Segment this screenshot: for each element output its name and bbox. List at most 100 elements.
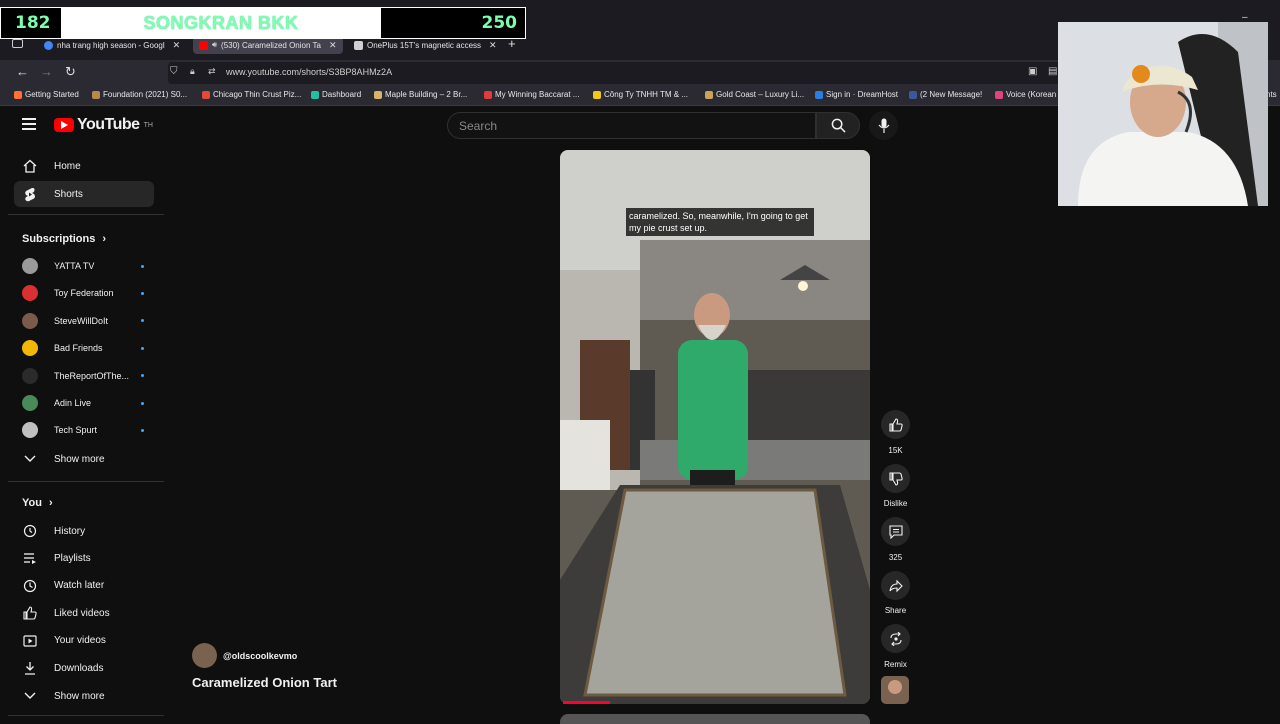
dislike-label: Dislike bbox=[883, 499, 908, 508]
sidebar-item-shorts[interactable]: Shorts bbox=[14, 181, 154, 207]
shield-icon[interactable]: ⛉ bbox=[170, 66, 178, 77]
bookmark-item[interactable]: Gold Coast – Luxury Li... bbox=[705, 90, 804, 99]
reader-view-icon[interactable]: ▤ bbox=[1048, 66, 1057, 77]
subscription-item[interactable]: Adin Live bbox=[14, 390, 154, 416]
microphone-icon bbox=[878, 118, 889, 133]
remix-button[interactable] bbox=[881, 624, 910, 653]
channel-avatar bbox=[22, 340, 38, 357]
bookmark-favicon-icon bbox=[484, 90, 492, 99]
channel-name[interactable]: @oldscoolkevmo bbox=[223, 651, 297, 661]
bookmark-label: Gold Coast – Luxury Li... bbox=[716, 90, 805, 99]
tab-list-icon[interactable] bbox=[12, 39, 23, 48]
dislike-button[interactable] bbox=[881, 464, 910, 493]
subscriptions-heading-label: Subscriptions bbox=[22, 233, 96, 245]
bookmark-item[interactable]: Công Ty TNHH TM & ... bbox=[593, 90, 688, 99]
bookmark-item[interactable]: (2 New Message! bbox=[909, 90, 982, 99]
youtube-icon bbox=[199, 40, 208, 50]
tab-label: (530) Caramelized Onion Ta bbox=[221, 40, 321, 50]
channel-info[interactable]: @oldscoolkevmo bbox=[192, 643, 297, 668]
sidebar-item-label: Your videos bbox=[54, 635, 106, 647]
sidebar-item-watch-later[interactable]: Watch later bbox=[14, 573, 154, 599]
bookmark-label: Getting Started bbox=[25, 90, 79, 99]
chevron-down-icon bbox=[22, 455, 38, 463]
new-content-dot bbox=[141, 319, 144, 323]
channel-avatar bbox=[22, 422, 38, 439]
picture-in-picture-icon[interactable]: ▣ bbox=[1028, 66, 1037, 77]
youtube-logo[interactable]: YouTube TH bbox=[54, 116, 153, 134]
back-button[interactable]: ← bbox=[16, 64, 29, 79]
youtube-play-icon bbox=[54, 118, 74, 132]
avatar-face bbox=[888, 680, 902, 694]
new-content-dot bbox=[141, 401, 144, 405]
sidebar-item-playlists[interactable]: Playlists bbox=[14, 545, 154, 571]
share-button[interactable] bbox=[881, 571, 910, 600]
bookmark-label: Sign in · DreamHost bbox=[826, 90, 899, 99]
subscription-item[interactable]: TheReportOfThe... bbox=[14, 363, 154, 389]
channel-avatar bbox=[22, 395, 38, 411]
remix-label: Remix bbox=[884, 660, 907, 669]
audio-icon[interactable]: 🔊︎ bbox=[212, 40, 217, 50]
forward-button[interactable]: → bbox=[40, 64, 53, 79]
close-tab-icon[interactable]: ✕ bbox=[489, 40, 497, 51]
bookmark-favicon-icon bbox=[815, 90, 823, 99]
channel-avatar[interactable] bbox=[192, 643, 217, 668]
new-content-dot bbox=[141, 264, 144, 268]
subscription-label: SteveWillDoIt bbox=[54, 315, 109, 326]
new-content-dot bbox=[141, 291, 144, 295]
show-more-subscriptions[interactable]: Show more bbox=[14, 446, 154, 472]
sidebar-item-downloads[interactable]: Downloads bbox=[14, 655, 154, 681]
bookmark-item[interactable]: Getting Started bbox=[14, 90, 79, 99]
close-tab-icon[interactable]: ✕ bbox=[173, 40, 181, 51]
webcam-overlay bbox=[1058, 22, 1268, 206]
search-input[interactable]: Search bbox=[447, 112, 816, 139]
bookmark-item[interactable]: Dashboard bbox=[311, 90, 361, 99]
your-videos-icon bbox=[22, 634, 38, 648]
subscription-item[interactable]: Toy Federation bbox=[14, 280, 154, 306]
next-short-preview[interactable] bbox=[560, 714, 870, 724]
subscriptions-heading[interactable]: Subscriptions › bbox=[22, 233, 106, 245]
webcam-image bbox=[1058, 22, 1268, 206]
subscription-item[interactable]: Bad Friends bbox=[14, 335, 154, 361]
google-icon bbox=[44, 40, 53, 50]
sound-avatar[interactable] bbox=[881, 676, 909, 704]
sidebar-item-liked[interactable]: Liked videos bbox=[14, 600, 154, 626]
bookmark-item[interactable]: Chicago Thin Crust Piz... bbox=[202, 90, 301, 99]
video-title[interactable]: Caramelized Onion Tart bbox=[192, 675, 337, 690]
overlay-title: SONGKRAN BKK bbox=[143, 12, 299, 33]
comments-button[interactable] bbox=[881, 517, 910, 546]
reload-button[interactable]: ↻ bbox=[65, 64, 76, 80]
search-button[interactable] bbox=[816, 112, 860, 139]
like-button[interactable] bbox=[881, 410, 910, 439]
bookmark-favicon-icon bbox=[593, 90, 601, 99]
show-more-you[interactable]: Show more bbox=[14, 683, 154, 709]
voice-search-button[interactable] bbox=[869, 111, 898, 140]
sidebar-item-your-videos[interactable]: Your videos bbox=[14, 628, 154, 654]
sidebar-item-label: Downloads bbox=[54, 662, 104, 674]
sidebar-item-home[interactable]: Home bbox=[14, 153, 154, 179]
subscription-label: Tech Spurt bbox=[54, 425, 98, 436]
bookmark-label: Dashboard bbox=[322, 90, 362, 99]
show-more-label: Show more bbox=[54, 690, 105, 702]
sidebar-item-label: Watch later bbox=[54, 580, 105, 592]
menu-icon[interactable] bbox=[22, 118, 36, 130]
bookmark-label: Maple Building – 2 Br... bbox=[385, 90, 468, 99]
permissions-icon[interactable]: ⇄ bbox=[208, 66, 216, 77]
bookmark-item[interactable]: Sign in · DreamHost bbox=[815, 90, 898, 99]
subscription-item[interactable]: SteveWillDoIt bbox=[14, 308, 154, 334]
subscription-label: Bad Friends bbox=[54, 343, 103, 354]
bookmark-item[interactable]: Foundation (2021) S0... bbox=[92, 90, 187, 99]
share-icon bbox=[888, 579, 903, 592]
video-progress-bar[interactable] bbox=[563, 701, 610, 704]
bookmark-item[interactable]: My Winning Baccarat ... bbox=[484, 90, 579, 99]
subscription-item[interactable]: Tech Spurt bbox=[14, 417, 154, 443]
you-heading[interactable]: You › bbox=[22, 497, 53, 509]
sidebar-item-history[interactable]: History bbox=[14, 518, 154, 544]
downloads-icon bbox=[22, 661, 38, 675]
subscription-item[interactable]: YATTA TV bbox=[14, 253, 154, 279]
comment-icon bbox=[888, 524, 903, 539]
liked-icon bbox=[22, 606, 38, 620]
close-tab-icon[interactable]: ✕ bbox=[329, 40, 337, 51]
bookmark-item[interactable]: Maple Building – 2 Br... bbox=[374, 90, 467, 99]
bookmark-label: Chicago Thin Crust Piz... bbox=[213, 90, 302, 99]
lock-icon[interactable]: 🔒︎ bbox=[190, 66, 195, 77]
